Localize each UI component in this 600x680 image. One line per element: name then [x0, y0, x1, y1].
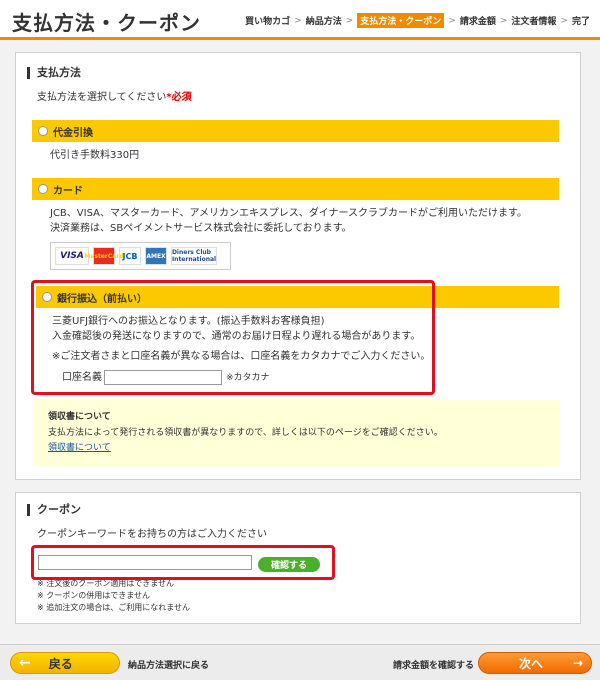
step-payment-current: 支払方法・クーポン: [357, 13, 445, 28]
payment-instruction-text: 支払方法を選択してください: [37, 92, 167, 103]
payment-option-card[interactable]: カード: [32, 178, 559, 200]
next-label: 次へ: [519, 656, 544, 671]
page-header: 支払方法・クーポン 買い物カゴ > 納品方法 > 支払方法・クーポン > 請求金…: [0, 0, 600, 40]
diners-logo: Diners Club International: [171, 247, 217, 265]
page-title: 支払方法・クーポン: [12, 11, 201, 35]
amex-logo: AMEX: [145, 247, 167, 265]
next-button[interactable]: 次へ →: [478, 652, 592, 674]
arrow-left-icon: ←: [19, 655, 31, 671]
arrow-right-icon: →: [572, 656, 583, 670]
highlight-outline-coupon: [31, 545, 335, 580]
required-mark: *必須: [166, 92, 192, 103]
card-desc-1: JCB、VISA、マスターカード、アメリカンエキスプレス、ダイナースクラブカード…: [50, 208, 528, 219]
highlight-outline-bank: [31, 280, 435, 395]
coupon-note-1: ※ 注文後のクーポン適用はできません: [37, 579, 175, 588]
coupon-instruction: クーポンキーワードをお持ちの方はご入力ください: [37, 529, 267, 540]
coupon-note-3: ※ 追加注文の場合は、ご利用になれません: [37, 603, 191, 612]
card-desc-2: 決済業務は、SBペイメントサービス株式会社に委託しております。: [50, 223, 352, 234]
payment-instruction: 支払方法を選択してください*必須: [37, 90, 192, 105]
step-separator: >: [448, 15, 456, 26]
step-orderer: 注文者情報: [511, 17, 557, 27]
receipt-link[interactable]: 領収書について: [48, 441, 111, 456]
next-description: 請求金額を確認する: [393, 661, 475, 671]
step-billing: 請求金額: [459, 17, 496, 27]
step-cart: 買い物カゴ: [245, 17, 291, 27]
cod-fee: 代引き手数料330円: [50, 150, 140, 161]
card-radio[interactable]: [38, 184, 48, 194]
back-description: 納品方法選択に戻る: [128, 661, 210, 671]
card-logos: VISA MasterCard JCB AMEX Diners Club Int…: [50, 242, 231, 270]
back-button[interactable]: ← 戻る: [10, 652, 120, 674]
coupon-note-2: ※ クーポンの併用はできません: [37, 591, 151, 600]
step-separator: >: [560, 15, 568, 26]
receipt-heading: 領収書について: [48, 412, 111, 422]
step-separator: >: [499, 15, 508, 26]
receipt-desc: 支払方法によって発行される領収書が異なりますので、詳しくは以下のページをご確認く…: [48, 428, 443, 438]
step-delivery: 納品方法: [305, 17, 342, 27]
step-separator: >: [294, 15, 302, 26]
payment-heading: 支払方法: [27, 67, 81, 79]
cod-radio[interactable]: [38, 126, 48, 136]
mastercard-logo: MasterCard: [84, 247, 124, 265]
card-label: カード: [53, 185, 83, 197]
back-label: 戻る: [48, 656, 73, 671]
step-breadcrumb: 買い物カゴ > 納品方法 > 支払方法・クーポン > 請求金額 > 注文者情報 …: [245, 13, 590, 28]
step-separator: >: [345, 15, 354, 26]
jcb-logo: JCB: [119, 247, 141, 265]
cod-label: 代金引換: [53, 127, 93, 139]
payment-option-cod[interactable]: 代金引換: [32, 120, 559, 142]
step-complete: 完了: [571, 17, 590, 27]
coupon-heading: クーポン: [27, 504, 81, 516]
